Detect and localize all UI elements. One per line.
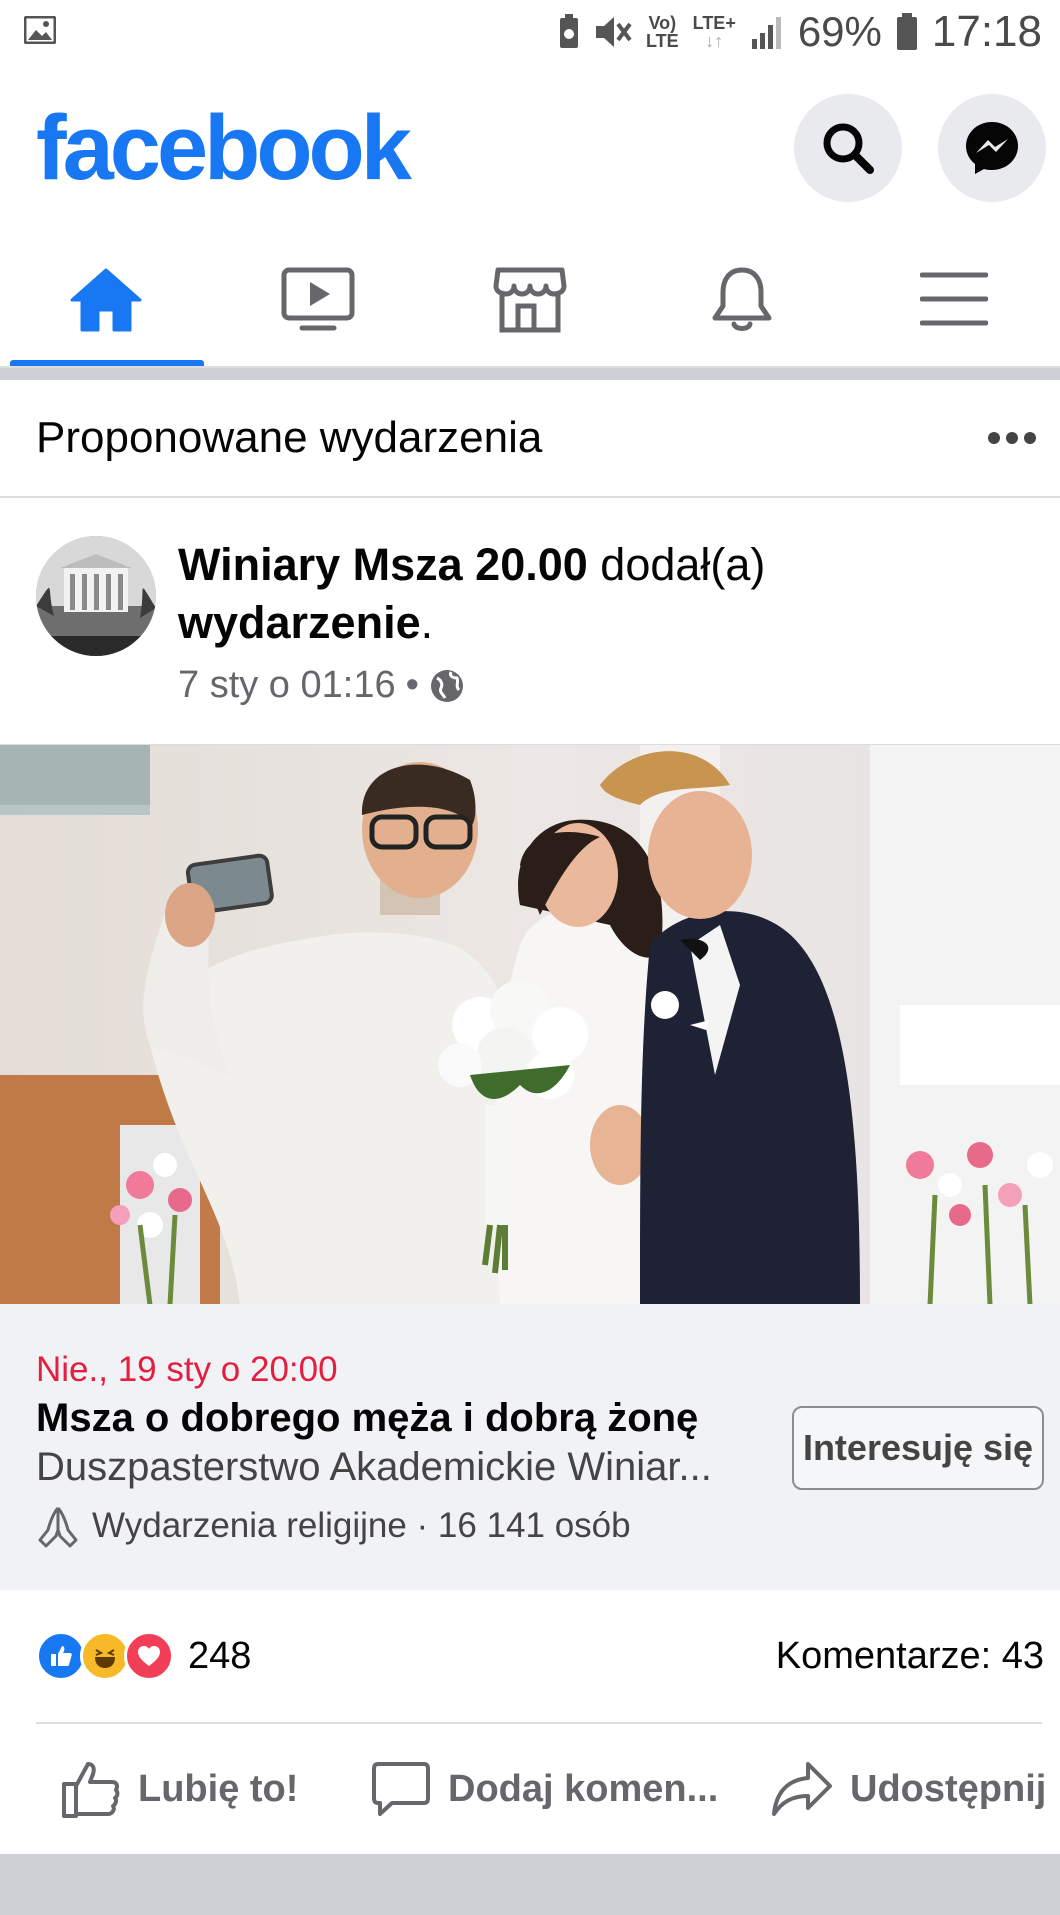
share-icon <box>772 1762 832 1816</box>
post-action-text: dodał(a) <box>587 539 766 590</box>
event-category-row: Wydarzenia religijne · 16 141 osób <box>36 1504 631 1548</box>
more-options-icon[interactable] <box>988 432 1036 444</box>
comment-button[interactable]: Dodaj komen... <box>370 1760 770 1818</box>
status-bar: Vo) LTE LTE+ ↓↑ 69% 17:18 <box>0 0 1060 64</box>
suggested-events-header: Proponowane wydarzenia <box>0 380 1060 498</box>
post-author[interactable]: Winiary Msza 20.00 <box>178 539 588 590</box>
volte-bottom: LTE <box>645 31 679 51</box>
haha-reaction-icon <box>80 1631 130 1681</box>
volte-indicator: Vo) LTE <box>646 14 679 50</box>
lte-plus-indicator: LTE+ ↓↑ <box>693 14 736 50</box>
battery-icon <box>896 13 917 50</box>
post-header: Winiary Msza 20.00 dodał(a) wydarzenie. … <box>0 498 1060 744</box>
clock: 17:18 <box>931 7 1042 56</box>
share-button[interactable]: Udostępnij <box>770 1760 1046 1818</box>
interested-button[interactable]: Interesuję się <box>792 1406 1044 1490</box>
feed-separator <box>0 368 1060 380</box>
data-arrows-icon: ↓↑ <box>705 31 724 51</box>
reactions-row: 248 Komentarze: 43 <box>0 1590 1060 1722</box>
event-date: Nie., 19 sty o 20:00 <box>36 1350 338 1389</box>
event-organizer[interactable]: Duszpasterstwo Akademickie Winiar... <box>36 1445 756 1490</box>
comment-icon <box>372 1762 430 1816</box>
event-card[interactable]: Nie., 19 sty o 20:00 Msza o dobrego męża… <box>0 1304 1060 1590</box>
post-meta: Winiary Msza 20.00 dodał(a) wydarzenie. … <box>178 536 1030 744</box>
post-title: Winiary Msza 20.00 dodał(a) wydarzenie. <box>178 536 1030 652</box>
messenger-button[interactable] <box>938 94 1046 202</box>
battery-percent: 69% <box>797 8 882 55</box>
tab-watch[interactable] <box>212 232 424 366</box>
event-category-text: Wydarzenia religijne · 16 141 osób <box>92 1506 631 1545</box>
post-time-row: 7 sty o 01:16 • <box>178 664 1030 707</box>
post-title-period: . <box>420 597 434 648</box>
main-nav <box>0 232 1060 368</box>
marketplace-icon <box>493 267 567 333</box>
globe-icon <box>430 669 463 702</box>
app-header: facebook <box>0 64 1060 232</box>
like-reaction-icon <box>36 1631 86 1681</box>
post-dot-separator: • <box>405 664 419 706</box>
facebook-logo[interactable]: facebook <box>36 96 758 201</box>
tab-marketplace[interactable] <box>424 232 636 366</box>
reaction-icons[interactable] <box>36 1631 174 1681</box>
section-title: Proponowane wydarzenia <box>36 413 543 462</box>
praying-hands-icon <box>38 1506 78 1548</box>
post-object-link[interactable]: wydarzenie <box>178 597 421 648</box>
status-left <box>23 15 558 49</box>
home-icon <box>70 268 142 332</box>
watch-icon <box>281 267 355 331</box>
search-button[interactable] <box>794 94 902 202</box>
lte-plus-label: LTE+ <box>692 13 736 33</box>
like-button[interactable]: Lubię to! <box>60 1758 370 1820</box>
mute-icon <box>595 17 632 47</box>
like-label: Lubię to! <box>138 1767 299 1810</box>
love-reaction-icon <box>124 1631 174 1681</box>
avatar-church-image <box>36 536 156 656</box>
volte-top: Vo) <box>648 13 677 33</box>
thumbs-up-icon <box>62 1762 120 1818</box>
notifications-icon <box>712 267 772 331</box>
menu-icon <box>920 272 988 326</box>
event-cover-photo[interactable] <box>0 744 1060 1304</box>
battery-saver-icon <box>559 14 578 48</box>
status-right: Vo) LTE LTE+ ↓↑ 69% 17:18 <box>558 7 1042 57</box>
comment-label: Dodaj komen... <box>448 1767 719 1810</box>
search-icon <box>823 123 874 174</box>
tab-menu[interactable] <box>848 232 1060 366</box>
comments-count[interactable]: Komentarze: 43 <box>776 1635 1044 1678</box>
post-actions: Lubię to! Dodaj komen... Udostępnij <box>0 1724 1060 1854</box>
post-timestamp[interactable]: 7 sty o 01:16 <box>178 664 396 707</box>
signal-icon <box>751 17 781 49</box>
gallery-notification-icon <box>23 15 57 44</box>
reaction-count[interactable]: 248 <box>188 1635 776 1678</box>
flowers-left <box>110 1125 200 1304</box>
feed-bottom-separator <box>0 1854 1060 1915</box>
share-label: Udostępnij <box>850 1767 1047 1810</box>
avatar[interactable] <box>36 536 156 656</box>
messenger-icon <box>966 122 1018 174</box>
tab-home[interactable] <box>0 232 212 366</box>
tab-notifications[interactable] <box>636 232 848 366</box>
wedding-selfie-image <box>0 745 1060 1304</box>
